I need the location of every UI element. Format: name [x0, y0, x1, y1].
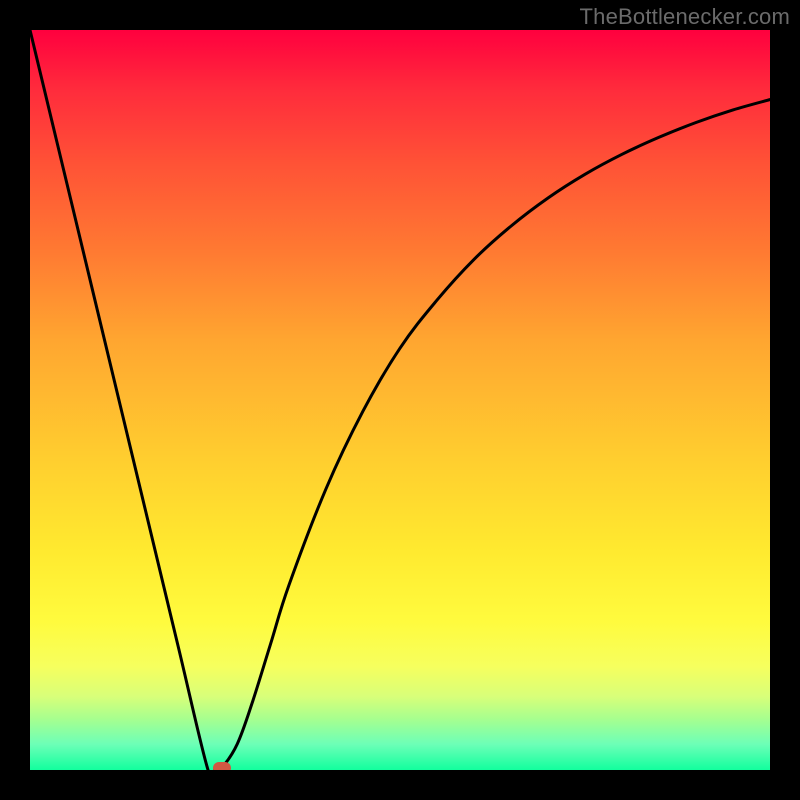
chart-frame: TheBottlenecker.com: [0, 0, 800, 800]
minimum-marker: [213, 762, 231, 770]
curve-svg: [30, 30, 770, 770]
watermark-text: TheBottlenecker.com: [580, 4, 790, 30]
plot-area: [30, 30, 770, 770]
bottleneck-curve-path: [30, 30, 770, 770]
